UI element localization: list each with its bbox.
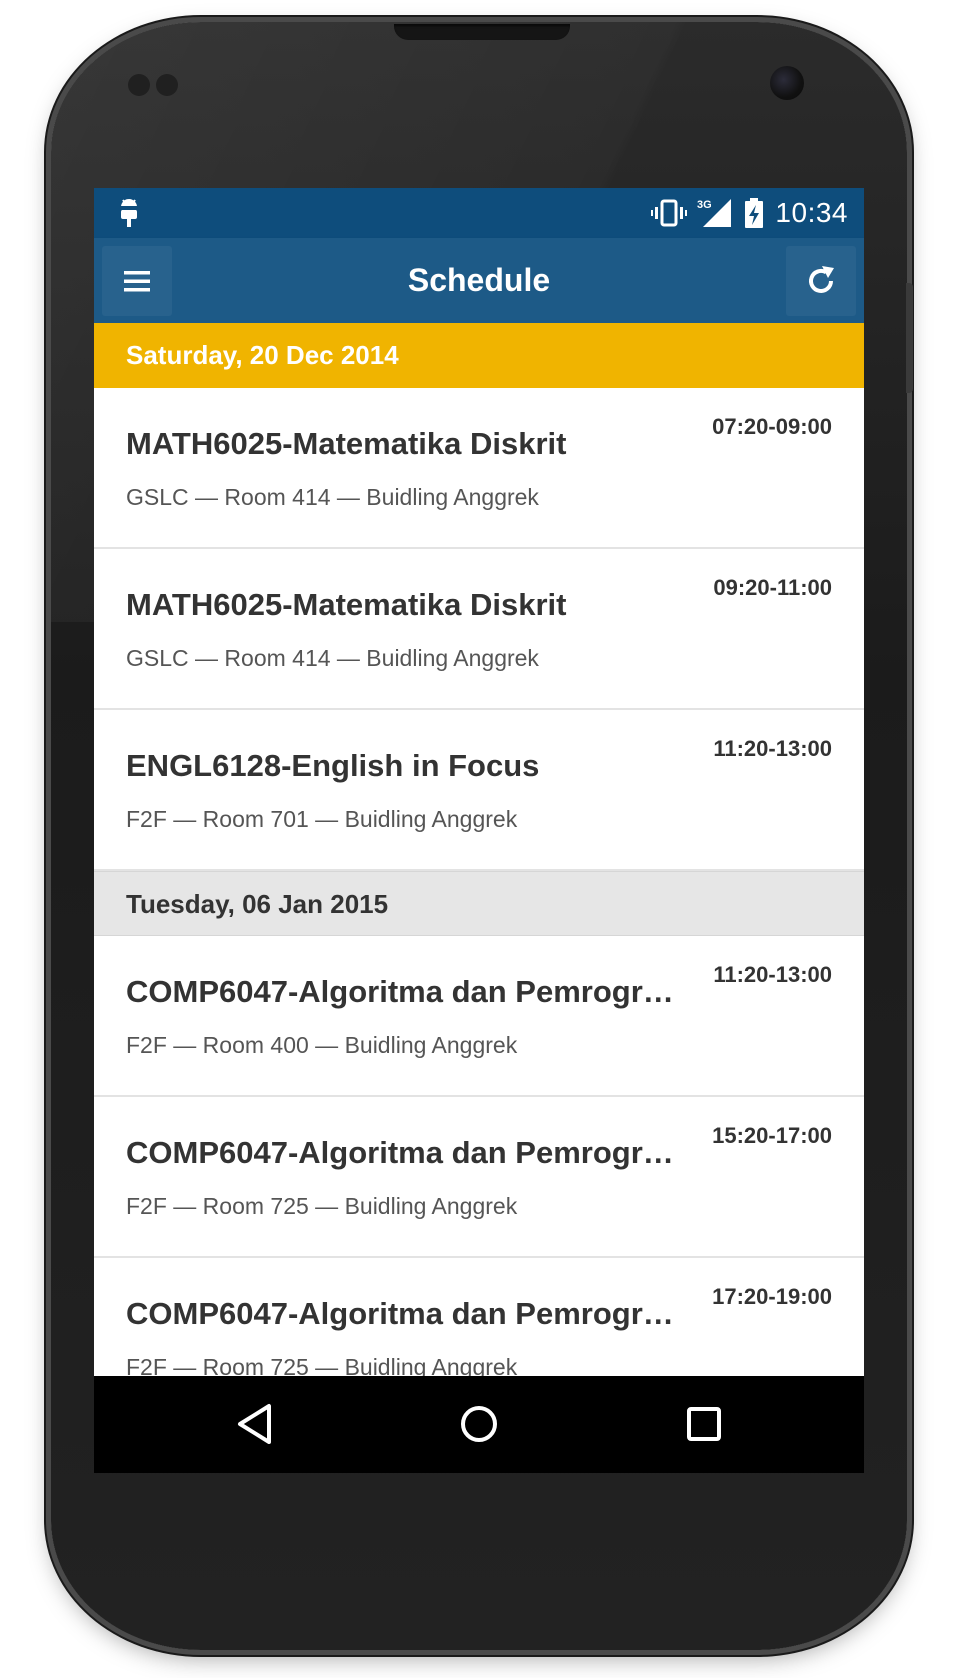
course-title: COMP6047-Algoritma dan Pemrograman (126, 974, 681, 1009)
back-button[interactable] (225, 1396, 285, 1452)
class-details: GSLC — Room 414 — Buidling Anggrek (126, 645, 539, 671)
class-time: 09:20-11:00 (713, 575, 832, 600)
vibrate-icon (651, 199, 688, 227)
home-icon (461, 1406, 497, 1442)
schedule-item[interactable]: COMP6047-Algoritma dan Pemrograman F2F —… (94, 936, 864, 1097)
course-title: COMP6047-Algoritma dan Pemrograman (126, 1135, 681, 1170)
menu-button[interactable] (102, 246, 172, 316)
battery-charging-icon (745, 198, 764, 228)
class-details: F2F — Room 400 — Buidling Anggrek (126, 1032, 518, 1058)
screen: 3G 10:34 Schedule Saturday, 20 Dec 2014 … (94, 188, 864, 1473)
earpiece-speaker (394, 24, 570, 40)
section-header-date: Tuesday, 06 Jan 2015 (94, 871, 864, 936)
class-time: 11:20-13:00 (713, 962, 832, 987)
network-type-label: 3G (697, 199, 712, 211)
schedule-item[interactable]: MATH6025-Matematika Diskrit GSLC — Room … (94, 549, 864, 710)
section-header-date: Saturday, 20 Dec 2014 (94, 323, 864, 388)
power-button (906, 283, 913, 393)
class-time: 15:20-17:00 (712, 1123, 832, 1148)
refresh-button[interactable] (786, 246, 856, 316)
android-notification-icon (121, 199, 137, 227)
light-sensor (156, 74, 178, 96)
hamburger-menu-icon (124, 271, 150, 292)
class-time: 07:20-09:00 (712, 414, 832, 439)
front-camera-icon (770, 66, 804, 100)
recents-icon (687, 1407, 721, 1441)
system-nav-bar (94, 1376, 864, 1473)
schedule-item[interactable]: COMP6047-Algoritma dan Pemrograman F2F —… (94, 1097, 864, 1258)
back-icon (238, 1404, 271, 1444)
course-title: MATH6025-Matematika Diskrit (126, 587, 567, 622)
course-title: MATH6025-Matematika Diskrit (126, 426, 567, 461)
proximity-sensor (128, 74, 150, 96)
class-time: 17:20-19:00 (712, 1284, 832, 1309)
page-title: Schedule (407, 262, 551, 298)
home-button[interactable] (449, 1396, 509, 1452)
class-details: F2F — Room 701 — Buidling Anggrek (126, 806, 518, 832)
class-details: F2F — Room 725 — Buidling Anggrek (126, 1193, 518, 1219)
schedule-item[interactable]: ENGL6128-English in Focus F2F — Room 701… (94, 710, 864, 871)
class-details: GSLC — Room 414 — Buidling Anggrek (126, 484, 539, 510)
recents-button[interactable] (674, 1396, 734, 1452)
course-title: COMP6047-Algoritma dan Pemrograman (126, 1296, 681, 1331)
app-bar: Schedule (94, 238, 864, 323)
refresh-icon (809, 266, 834, 293)
signal-icon: 3G (697, 199, 732, 227)
schedule-list[interactable]: Saturday, 20 Dec 2014 MATH6025-Matematik… (94, 323, 864, 1419)
status-bar: 3G 10:34 (94, 188, 864, 238)
course-title: ENGL6128-English in Focus (126, 748, 540, 783)
status-icons: 3G 10:34 (651, 188, 848, 238)
schedule-item[interactable]: MATH6025-Matematika Diskrit GSLC — Room … (94, 388, 864, 549)
class-time: 11:20-13:00 (713, 736, 832, 761)
status-time: 10:34 (775, 197, 848, 228)
